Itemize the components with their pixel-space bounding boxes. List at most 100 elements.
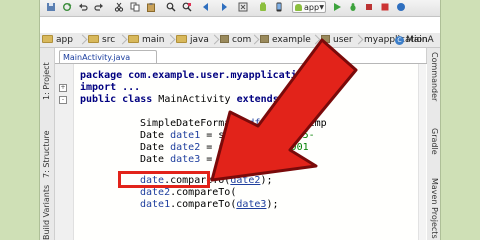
breadcrumb-separator	[168, 33, 174, 47]
breadcrumb-label: src	[102, 35, 116, 45]
code-line-class: public class MainActivity extends Activ	[80, 94, 315, 106]
breadcrumb-label: main	[142, 35, 165, 45]
left-tool-window-strip: 1: Project 7: Structure Build Variants	[40, 48, 55, 240]
editor-tab-label: MainActivity.java	[63, 53, 131, 62]
code-line-date3: Date date3 = sdf.parse("1	[140, 154, 291, 166]
run-config-label: app	[304, 3, 320, 12]
highlight-box-annotation	[118, 171, 210, 188]
breadcrumb-label: app	[56, 35, 73, 45]
argument: date3	[236, 199, 267, 210]
folder-icon	[176, 35, 187, 43]
chevron-down-icon: ▼	[319, 4, 324, 11]
tab-maven-projects[interactable]: Maven Projects	[428, 178, 440, 240]
package-icon	[260, 35, 269, 43]
breadcrumb-item-app[interactable]: app	[42, 34, 73, 46]
breadcrumb-separator	[252, 33, 258, 47]
variable-name: sdf	[242, 118, 261, 129]
breadcrumb-label: user	[333, 35, 353, 45]
breadcrumb-label: java	[190, 35, 209, 45]
refresh-icon[interactable]	[62, 2, 72, 12]
help-icon[interactable]	[396, 2, 406, 12]
breadcrumb-item-main[interactable]: main	[128, 34, 165, 46]
breadcrumb-separator	[120, 33, 126, 47]
tab-project[interactable]: 1: Project	[40, 54, 54, 100]
type-name: Date	[140, 154, 165, 165]
tab-commander[interactable]: Commander	[428, 52, 440, 110]
code-line-package: package com.example.user.myapplication;	[80, 70, 315, 82]
constructor-name: Simp	[302, 118, 327, 129]
tab-build-variants[interactable]: Build Variants	[40, 185, 54, 240]
attach-debugger-icon[interactable]	[364, 2, 374, 12]
code-line-compare2: date2.compareTo(	[140, 187, 236, 199]
code-line-sdf: SimpleDateFormat sdf = new Simp;	[140, 118, 426, 130]
ide-window: app ▼ app src main java com example user …	[40, 0, 440, 240]
run-config-dropdown[interactable]: app ▼	[292, 1, 326, 13]
breadcrumb-separator	[80, 33, 86, 47]
variable-name: date3	[170, 154, 201, 165]
breadcrumb-item-mainactivity[interactable]: C MainA	[395, 34, 434, 46]
assignment: = sdf.parse(	[206, 130, 279, 141]
breadcrumb-label: example	[272, 35, 311, 45]
argument: date2	[230, 175, 261, 186]
assignment: = sdf.parse(	[206, 154, 279, 165]
assignment: = sdf.parse(	[206, 142, 279, 153]
find-icon[interactable]	[166, 2, 176, 12]
save-icon[interactable]	[46, 2, 56, 12]
breadcrumb-item-com[interactable]: com	[220, 34, 251, 46]
keyword: new	[278, 118, 297, 129]
type-name: SimpleDateFormat	[140, 118, 237, 129]
code-line-import: import ...	[80, 82, 140, 94]
sdk-manager-icon[interactable]	[258, 2, 268, 12]
code-editor[interactable]: + - package com.example.user.myapplicati…	[55, 64, 427, 240]
string-literal: "1995-	[278, 130, 315, 141]
fold-marker-icon[interactable]: +	[59, 84, 67, 92]
copy-icon[interactable]	[130, 2, 140, 12]
breadcrumb-separator	[356, 33, 362, 47]
tab-structure[interactable]: 7: Structure	[40, 122, 54, 178]
main-toolbar: app ▼	[40, 0, 440, 17]
editor-gutter: + -	[55, 64, 74, 240]
method-call: .compareTo(	[170, 199, 237, 210]
cut-icon[interactable]	[114, 2, 124, 12]
right-tool-window-strip: Commander Gradle Maven Projects	[426, 48, 440, 240]
variable-name: date1	[140, 199, 171, 210]
breadcrumb-item-src[interactable]: src	[88, 34, 115, 46]
class-icon: C	[395, 36, 404, 45]
folder-icon	[42, 35, 53, 43]
avd-manager-icon[interactable]	[274, 2, 284, 12]
folder-icon	[88, 35, 99, 43]
replace-icon[interactable]	[182, 2, 192, 12]
editor-tab-mainactivity[interactable]: MainActivity.java	[59, 50, 157, 63]
breadcrumb-label: com	[232, 35, 252, 45]
back-icon[interactable]	[202, 2, 212, 12]
string-literal: "1	[278, 154, 291, 165]
android-icon	[295, 4, 302, 11]
screenshot-page: app ▼ app src main java com example user …	[0, 0, 480, 240]
breadcrumb-separator	[212, 33, 218, 47]
breadcrumb-item-java[interactable]: java	[176, 34, 209, 46]
breadcrumb-item-user[interactable]: user	[321, 34, 353, 46]
tab-gradle[interactable]: Gradle	[428, 128, 440, 168]
run-icon[interactable]	[332, 2, 342, 12]
debug-icon[interactable]	[348, 2, 358, 12]
breadcrumb: app src main java com example user myapp…	[40, 33, 440, 48]
forward-icon[interactable]	[218, 2, 228, 12]
import-statement: import ...	[80, 82, 141, 93]
editor-scrollbar[interactable]	[418, 64, 426, 240]
string-literal: "2001	[278, 142, 309, 153]
superclass-name: Activ	[284, 94, 315, 105]
keyword: class	[122, 94, 153, 105]
class-name: MainActivity	[158, 94, 231, 105]
paste-icon[interactable]	[146, 2, 156, 12]
fold-marker-icon[interactable]: -	[59, 96, 67, 104]
breadcrumb-item-example[interactable]: example	[260, 34, 311, 46]
variable-name: date2	[140, 187, 171, 198]
statement-end: );	[266, 199, 279, 210]
undo-icon[interactable]	[78, 2, 88, 12]
build-icon[interactable]	[238, 2, 248, 12]
code-line-compare3: date1.compareTo(date3);	[140, 199, 279, 211]
redo-icon[interactable]	[94, 2, 104, 12]
keyword: public	[80, 94, 117, 105]
package-icon	[321, 35, 330, 43]
stop-icon[interactable]	[380, 2, 390, 12]
